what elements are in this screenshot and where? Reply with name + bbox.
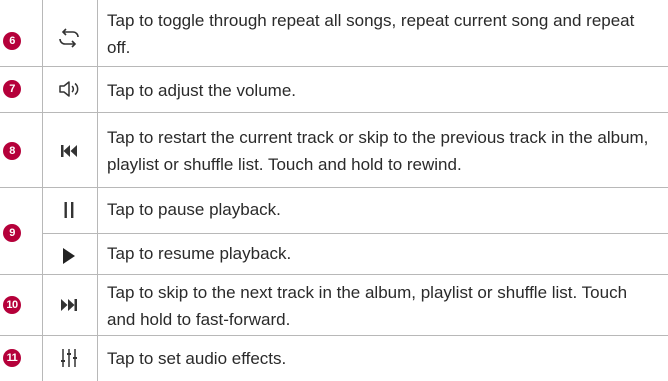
step-number-badge: 6 [3,32,21,50]
row-description: Tap to set audio effects. [107,349,287,368]
row-divider [0,335,668,336]
play-icon [43,236,95,276]
row-divider [0,112,668,113]
step-number-badge: 8 [3,142,21,160]
row-divider [42,233,668,234]
audio-effects-icon [43,338,95,378]
row-description: Tap to adjust the volume. [107,81,297,100]
repeat-icon [43,18,95,58]
pause-icon [43,190,95,230]
volume-icon [43,69,95,109]
row-description: Tap to pause playback. [107,200,281,219]
row-description: Tap to skip to the next track in the alb… [107,283,628,329]
row-divider [0,66,668,67]
row-divider [0,274,668,275]
step-number-badge: 9 [3,224,21,242]
row-divider [0,187,668,188]
column-divider-right [97,0,98,381]
row-description: Tap to toggle through repeat all songs, … [107,11,635,57]
step-number-badge: 10 [3,296,21,314]
next-track-icon [43,285,95,325]
previous-track-icon [43,131,95,171]
step-number-badge: 11 [3,349,21,367]
step-number-badge: 7 [3,80,21,98]
row-description: Tap to restart the current track or skip… [107,128,649,174]
row-description: Tap to resume playback. [107,244,292,263]
